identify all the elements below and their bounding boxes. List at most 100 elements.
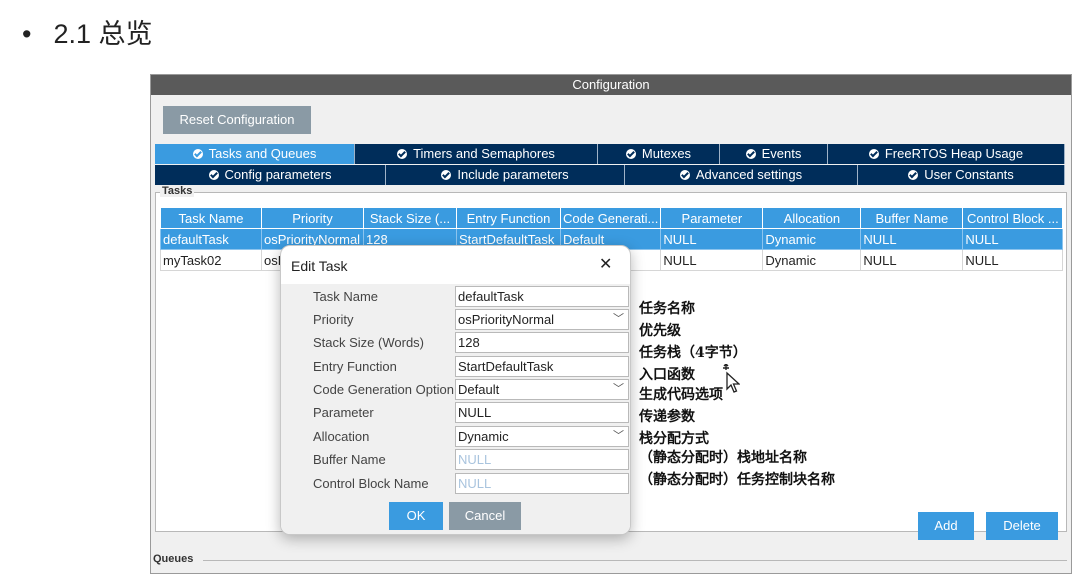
tab-mutexes[interactable]: Mutexes <box>598 144 720 164</box>
field-row-allocation: Allocation Dynamic ﹀ <box>281 426 630 449</box>
queues-group-label: Queues <box>153 553 194 565</box>
column-header[interactable]: Stack Size (... <box>363 207 457 229</box>
tab-include-parameters[interactable]: Include parameters <box>386 165 625 185</box>
column-header[interactable]: Control Block ... <box>962 207 1064 229</box>
priority-select[interactable]: osPriorityNormal ﹀ <box>455 309 629 330</box>
ok-button[interactable]: OK <box>389 502 443 530</box>
annotation-entry-function: 入口函数 <box>639 367 695 383</box>
annotation-priority: 优先级 <box>639 323 681 339</box>
parameter-input[interactable]: NULL <box>455 402 629 423</box>
tab-freertos-heap-usage[interactable]: FreeRTOS Heap Usage <box>828 144 1065 164</box>
field-row-stack-size: Stack Size (Words) 128 <box>281 332 630 355</box>
check-icon <box>868 149 879 159</box>
delete-task-button[interactable]: Delete <box>986 512 1058 540</box>
tab-label: Mutexes <box>641 146 692 161</box>
field-value: NULL <box>458 452 492 467</box>
tab-tasks-and-queues[interactable]: Tasks and Queues <box>155 144 355 164</box>
table-cell: NULL <box>962 228 1064 250</box>
buffer-name-input: NULL <box>455 449 629 470</box>
configuration-titlebar: Configuration <box>151 75 1071 95</box>
field-row-control-block-name: Control Block Name NULL <box>281 473 630 496</box>
field-label: Priority <box>313 312 354 327</box>
table-cell: defaultTask <box>160 228 262 250</box>
field-label: Code Generation Option <box>313 382 454 397</box>
slide-title: • 2.1 总览 <box>22 12 153 51</box>
table-cell: NULL <box>860 249 964 271</box>
queues-group-border <box>203 560 1067 561</box>
control-block-name-input: NULL <box>455 473 629 494</box>
column-header[interactable]: Priority <box>261 207 364 229</box>
tab-label: FreeRTOS Heap Usage <box>884 146 1024 161</box>
column-header[interactable]: Code Generati... <box>559 207 662 229</box>
add-task-button[interactable]: Add <box>918 512 974 540</box>
field-row-task-name: Task Name defaultTask <box>281 286 630 309</box>
chevron-down-icon: ﹀ <box>613 430 624 442</box>
check-icon <box>745 149 756 159</box>
task-name-input[interactable]: defaultTask <box>455 286 629 307</box>
field-row-parameter: Parameter NULL <box>281 402 630 425</box>
field-label: Task Name <box>313 289 379 304</box>
field-value: StartDefaultTask <box>458 359 554 374</box>
entry-function-input[interactable]: StartDefaultTask <box>455 356 629 377</box>
tab-timers-and-semaphores[interactable]: Timers and Semaphores <box>355 144 598 164</box>
field-value: Dynamic <box>458 429 509 444</box>
field-value: Default <box>458 382 500 397</box>
edit-task-dialog: Edit Task ✕ Task Name defaultTask Priori… <box>280 245 631 535</box>
check-icon <box>908 170 919 180</box>
chevron-down-icon: ﹀ <box>613 383 624 395</box>
check-icon <box>679 170 690 180</box>
tab-label: Timers and Semaphores <box>413 146 555 161</box>
tab-user-constants[interactable]: User Constants <box>858 165 1065 185</box>
column-header[interactable]: Parameter <box>660 207 764 229</box>
field-row-code-generation: Code Generation Option Default ﹀ <box>281 379 630 402</box>
check-icon <box>192 149 203 159</box>
field-label: Entry Function <box>313 359 397 374</box>
check-icon <box>441 170 452 180</box>
table-cell: NULL <box>962 249 1064 271</box>
table-cell: myTask02 <box>160 249 262 271</box>
field-value: NULL <box>458 476 492 491</box>
slide-title-text: 2.1 总览 <box>53 19 153 49</box>
table-cell: NULL <box>660 228 764 250</box>
tab-label: Config parameters <box>224 167 332 182</box>
field-value: osPriorityNormal <box>458 312 555 327</box>
annotation-task-name: 任务名称 <box>639 301 695 317</box>
stack-size-input[interactable]: 128 <box>455 332 629 353</box>
column-header[interactable]: Task Name <box>160 207 262 229</box>
table-cell: NULL <box>860 228 964 250</box>
check-icon <box>625 149 636 159</box>
table-cell: NULL <box>660 249 764 271</box>
field-row-priority: Priority osPriorityNormal ﹀ <box>281 309 630 332</box>
mouse-cursor-icon <box>723 364 740 393</box>
column-header[interactable]: Allocation <box>762 207 862 229</box>
reset-configuration-button[interactable]: Reset Configuration <box>163 106 311 134</box>
tab-label: Tasks and Queues <box>208 146 317 161</box>
cancel-button[interactable]: Cancel <box>449 502 521 530</box>
dialog-body: Task Name defaultTask Priority osPriorit… <box>281 284 630 534</box>
tab-events[interactable]: Events <box>720 144 828 164</box>
table-cell: Dynamic <box>762 228 862 250</box>
field-value: 128 <box>458 335 480 350</box>
column-header[interactable]: Entry Function <box>456 207 561 229</box>
tasks-group-label: Tasks <box>160 185 195 197</box>
annotation-control-block-name: （静态分配时）任务控制块名称 <box>639 472 835 488</box>
table-cell: Dynamic <box>762 249 862 271</box>
allocation-select[interactable]: Dynamic ﹀ <box>455 426 629 447</box>
check-icon <box>208 170 219 180</box>
code-generation-select[interactable]: Default ﹀ <box>455 379 629 400</box>
field-label: Control Block Name <box>313 476 429 491</box>
tab-config-parameters[interactable]: Config parameters <box>155 165 386 185</box>
tab-label: User Constants <box>924 167 1014 182</box>
field-value: NULL <box>458 405 492 420</box>
dialog-title: Edit Task <box>291 258 348 274</box>
tab-advanced-settings[interactable]: Advanced settings <box>625 165 858 185</box>
field-value: defaultTask <box>458 289 524 304</box>
bullet: • <box>22 19 32 49</box>
column-header[interactable]: Buffer Name <box>860 207 964 229</box>
annotation-code-generation: 生成代码选项 <box>639 387 723 403</box>
close-icon[interactable]: ✕ <box>599 256 612 274</box>
field-label: Buffer Name <box>313 452 386 467</box>
tab-label: Advanced settings <box>695 167 803 182</box>
annotation-allocation: 栈分配方式 <box>639 431 709 447</box>
annotation-stack-size: 任务栈（4字节） <box>639 345 747 361</box>
